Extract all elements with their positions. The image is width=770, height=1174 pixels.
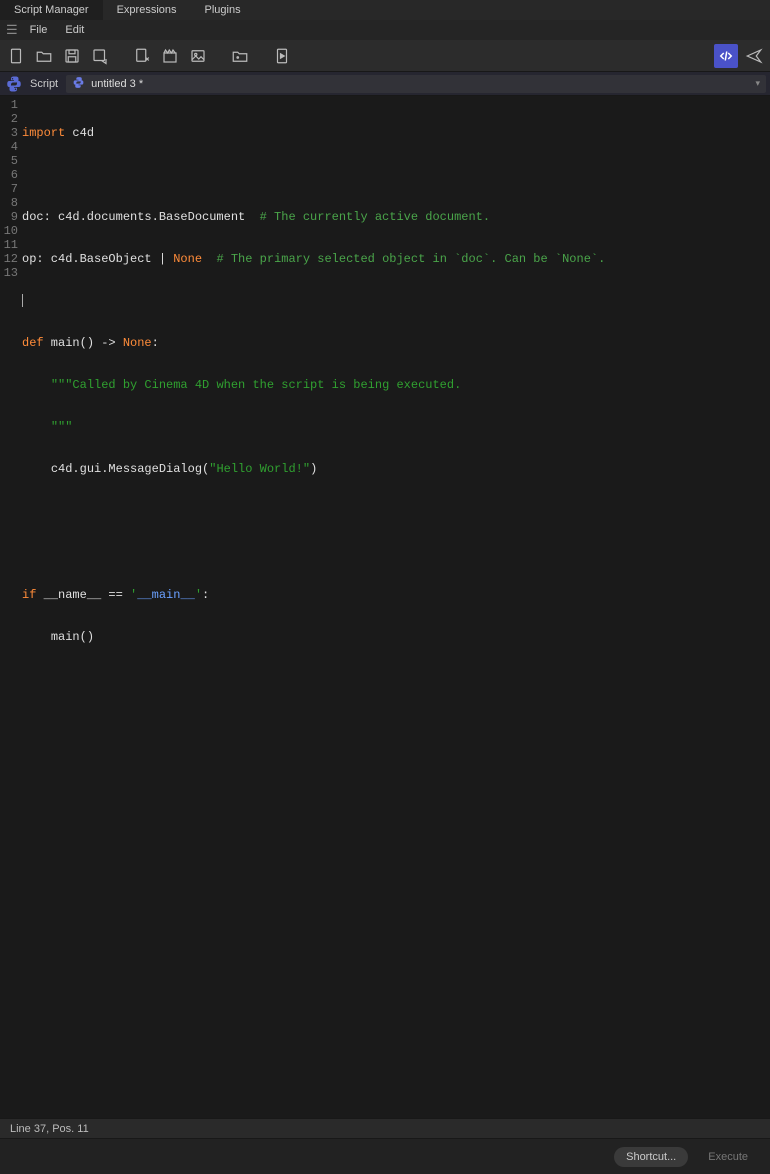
line-number: 13 (0, 266, 18, 280)
script-dropdown[interactable]: untitled 3 * ▾ (66, 75, 766, 93)
clapperboard-icon[interactable] (158, 44, 182, 68)
script-label: Script (30, 78, 60, 90)
line-number: 6 (0, 168, 18, 182)
line-number-gutter: 1 2 3 4 5 6 7 8 9 10 11 12 13 (0, 98, 22, 1118)
menu-file[interactable]: File (22, 22, 56, 38)
chevron-down-icon: ▾ (755, 78, 760, 89)
send-icon[interactable] (742, 44, 766, 68)
line-number: 5 (0, 154, 18, 168)
hamburger-icon[interactable]: ☰ (4, 22, 20, 38)
new-file-icon[interactable] (4, 44, 28, 68)
line-number: 9 (0, 210, 18, 224)
image-icon[interactable] (186, 44, 210, 68)
toolbar (0, 40, 770, 72)
line-number: 10 (0, 224, 18, 238)
script-selector-bar: Script untitled 3 * ▾ (0, 72, 770, 96)
open-folder-icon[interactable] (32, 44, 56, 68)
import-image-icon[interactable] (130, 44, 154, 68)
line-number: 2 (0, 112, 18, 126)
script-selected-name: untitled 3 * (91, 78, 143, 90)
code-editor[interactable]: 1 2 3 4 5 6 7 8 9 10 11 12 13 import c4d… (0, 96, 770, 1118)
line-number: 4 (0, 140, 18, 154)
play-file-icon[interactable] (270, 44, 294, 68)
tab-expressions[interactable]: Expressions (103, 0, 191, 20)
top-tabbar: Script Manager Expressions Plugins (0, 0, 770, 20)
line-number: 3 (0, 126, 18, 140)
save-icon[interactable] (60, 44, 84, 68)
execute-button[interactable]: Execute (696, 1147, 760, 1167)
shortcut-button[interactable]: Shortcut... (614, 1147, 688, 1167)
python-icon (4, 74, 24, 94)
status-bar: Line 37, Pos. 11 (0, 1118, 770, 1138)
tab-plugins[interactable]: Plugins (191, 0, 255, 20)
save-as-icon[interactable] (88, 44, 112, 68)
menu-edit[interactable]: Edit (57, 22, 92, 38)
line-number: 8 (0, 196, 18, 210)
folder-image-icon[interactable] (228, 44, 252, 68)
cursor-position: Line 37, Pos. 11 (10, 1123, 89, 1135)
line-number: 7 (0, 182, 18, 196)
python-small-icon (72, 76, 85, 92)
line-number: 1 (0, 98, 18, 112)
footer-bar: Shortcut... Execute (0, 1138, 770, 1174)
code-content[interactable]: import c4d doc: c4d.documents.BaseDocume… (22, 98, 770, 1118)
line-number: 12 (0, 252, 18, 266)
tab-script-manager[interactable]: Script Manager (0, 0, 103, 20)
code-icon[interactable] (714, 44, 738, 68)
menubar: ☰ File Edit (0, 20, 770, 40)
line-number: 11 (0, 238, 18, 252)
